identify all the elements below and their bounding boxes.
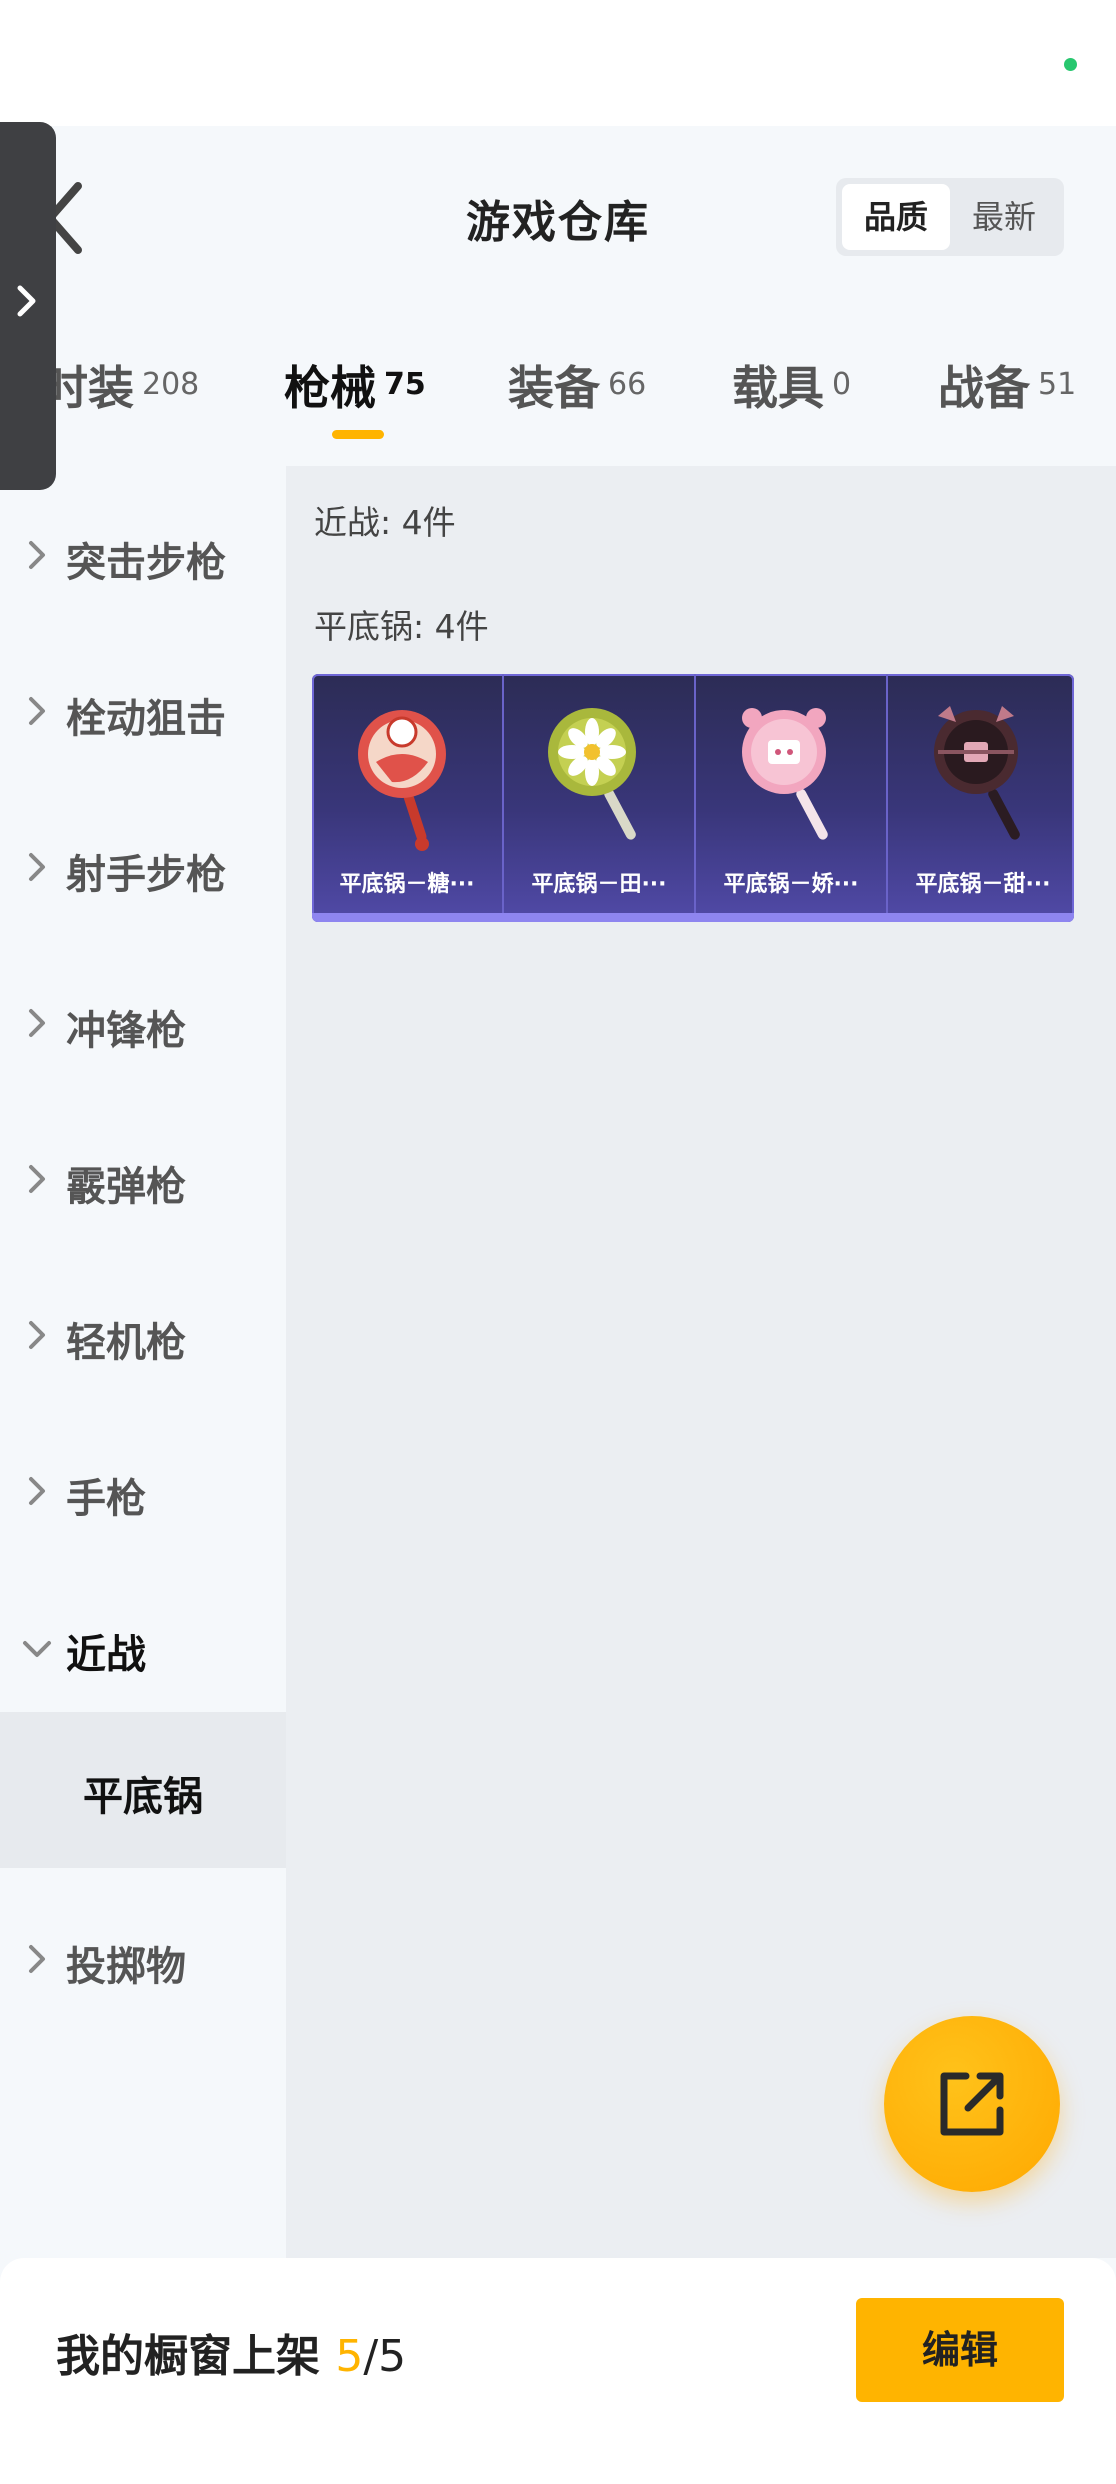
tab-count: 0 (832, 367, 852, 402)
share-fab-button[interactable] (884, 2016, 1060, 2192)
tab-equipment[interactable]: 装备 66 (508, 352, 646, 418)
sidebar-item-label: 射手步枪 (66, 852, 226, 898)
shelf-label: 我的橱窗上架 (56, 2331, 320, 2382)
chevron-right-icon (29, 541, 45, 569)
tab-combat-gear[interactable]: 战备 51 (938, 352, 1076, 418)
tab-count: 66 (608, 367, 647, 402)
sort-by-newest-button[interactable]: 最新 (950, 184, 1058, 250)
tab-firearms[interactable]: 枪械 75 (284, 352, 426, 418)
status-indicator-dot (1064, 58, 1077, 71)
sidebar-subitem-frying-pan[interactable]: 平底锅 (0, 1712, 286, 1868)
showcase-shelf-status: 我的橱窗上架 5/5 (56, 2320, 406, 2384)
share-external-icon (940, 2072, 1004, 2136)
item-card[interactable]: 平底锅－糖··· (312, 674, 504, 913)
sidebar-item-marksman-rifle[interactable]: 射手步枪 (0, 818, 286, 918)
pan-pink-icon (742, 708, 828, 840)
sidebar-item-label: 近战 (66, 1632, 146, 1678)
shelf-total: /5 (363, 2331, 407, 2382)
item-card[interactable]: 平底锅－田··· (504, 674, 696, 913)
sidebar-item-label: 栓动狙击 (66, 696, 226, 742)
subcategory-summary: 平底锅: 4件 (314, 607, 489, 646)
sidebar-item-label: 冲锋枪 (66, 1008, 186, 1054)
status-bar (0, 0, 1116, 126)
tab-label: 枪械 (284, 361, 376, 415)
tab-vehicles[interactable]: 载具 0 (732, 352, 851, 418)
pan-dark-icon (934, 706, 1020, 840)
tab-count: 208 (142, 367, 200, 402)
category-sidebar: 突击步枪 栓动狙击 射手步枪 冲锋枪 霰弹枪 轻机枪 手枪 近战 平底锅 投掷物 (0, 466, 286, 2258)
bottom-action-bar: 我的橱窗上架 5/5 编辑 (0, 2258, 1116, 2484)
sidebar-item-label: 手枪 (66, 1476, 146, 1522)
item-card-label: 平底锅－糖··· (339, 872, 475, 897)
sidebar-item-label: 突击步枪 (66, 540, 226, 586)
sidebar-item-throwables[interactable]: 投掷物 (0, 1910, 286, 2010)
chevron-down-icon (23, 1641, 51, 1657)
chevron-right-icon (29, 1477, 45, 1505)
side-drawer-handle[interactable] (0, 122, 56, 490)
item-content-panel: 近战: 4件 平底锅: 4件 平底锅－糖··· 平底锅－田··· 平底锅－娇··… (286, 466, 1116, 2258)
category-summary: 近战: 4件 (314, 503, 456, 542)
item-card-label: 平底锅－田··· (531, 872, 667, 897)
item-card-label: 平底锅－娇··· (723, 872, 859, 897)
sidebar-item-label: 投掷物 (66, 1944, 186, 1990)
page-header: 游戏仓库 品质 最新 (0, 126, 1116, 306)
item-card[interactable]: 平底锅－娇··· (696, 674, 888, 913)
sidebar-item-pistol[interactable]: 手枪 (0, 1442, 286, 1542)
chevron-right-icon (29, 853, 45, 881)
sidebar-item-melee[interactable]: 近战 (0, 1598, 286, 1698)
chevron-right-icon (29, 1321, 45, 1349)
pan-red-icon (358, 710, 446, 851)
sort-toggle: 品质 最新 (836, 178, 1064, 256)
item-card-label: 平底锅－甜··· (915, 872, 1051, 897)
shelf-count: 5 (335, 2331, 364, 2382)
chevron-right-icon (29, 1009, 45, 1037)
sidebar-item-smg[interactable]: 冲锋枪 (0, 974, 286, 1074)
chevron-right-icon (17, 285, 36, 317)
sidebar-item-label: 霰弹枪 (66, 1164, 186, 1210)
grid-bottom-accent (312, 913, 1074, 922)
category-tabs: 时装 208 枪械 75 装备 66 载具 0 战备 51 (0, 306, 1116, 466)
item-grid: 平底锅－糖··· 平底锅－田··· 平底锅－娇··· 平底锅－甜··· (312, 674, 1074, 922)
tab-fashion[interactable]: 时装 208 (42, 352, 199, 418)
chevron-right-icon (29, 697, 45, 725)
sidebar-subitem-label: 平底锅 (83, 1774, 203, 1820)
active-tab-indicator (332, 430, 384, 439)
chevron-right-icon (29, 1165, 45, 1193)
sidebar-item-bolt-sniper[interactable]: 栓动狙击 (0, 662, 286, 762)
tab-label: 载具 (732, 361, 824, 415)
chevron-right-icon (29, 1945, 45, 1973)
sidebar-item-label: 轻机枪 (66, 1320, 186, 1366)
sidebar-item-assault-rifle[interactable]: 突击步枪 (0, 506, 286, 606)
sidebar-item-shotgun[interactable]: 霰弹枪 (0, 1130, 286, 1230)
edit-button[interactable]: 编辑 (856, 2298, 1064, 2402)
sort-by-quality-button[interactable]: 品质 (842, 184, 950, 250)
tab-count: 75 (384, 367, 426, 402)
pan-daisy-icon (548, 708, 636, 840)
tab-count: 51 (1038, 367, 1077, 402)
item-card[interactable]: 平底锅－甜··· (888, 674, 1074, 913)
tab-label: 战备 (938, 361, 1030, 415)
sidebar-item-lmg[interactable]: 轻机枪 (0, 1286, 286, 1386)
tab-label: 装备 (508, 361, 600, 415)
